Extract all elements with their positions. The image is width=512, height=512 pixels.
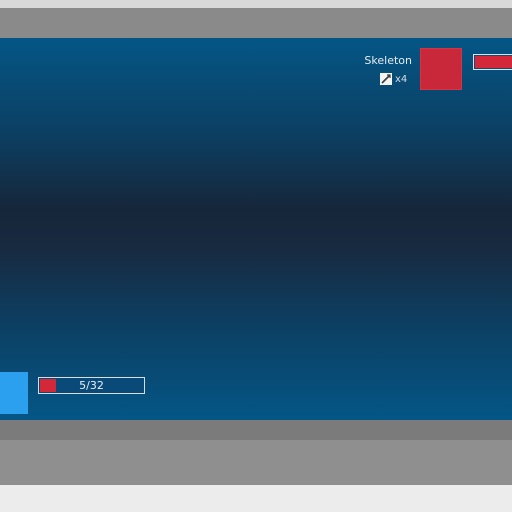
enemy-count-value: x4 [395, 73, 408, 85]
bottom-border [0, 420, 512, 440]
player-hp-text: 5/32 [79, 379, 104, 392]
enemy-hp-fill [475, 56, 512, 68]
enemy-count: x4 [380, 72, 407, 86]
player-portrait[interactable] [0, 372, 28, 414]
battle-area [0, 38, 512, 420]
enemy-portrait[interactable] [420, 48, 462, 90]
enemy-hp-bar [473, 54, 512, 70]
bottom-panel [0, 440, 512, 485]
enemy-name: Skeleton [364, 54, 412, 67]
sword-icon [380, 73, 392, 85]
player-hp-bar: 5/32 [38, 377, 145, 394]
footer-strip [0, 485, 512, 512]
game-window: Skeleton x4 5/32 [0, 0, 512, 512]
top-border [0, 0, 512, 8]
top-toolbar [0, 8, 512, 38]
